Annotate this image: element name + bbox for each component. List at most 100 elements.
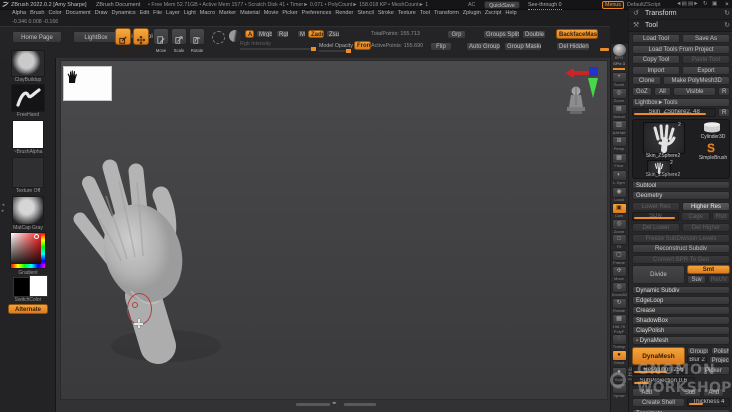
dynamesh-blur-slider[interactable]: Blur 2 xyxy=(686,356,708,365)
home-page-button[interactable]: Home Page xyxy=(12,31,62,43)
brush-selector[interactable]: ClayBuildup xyxy=(6,50,50,83)
zoom-button[interactable]: ◎ Zoom xyxy=(611,88,627,104)
flip-button[interactable]: Flip xyxy=(430,42,452,51)
double-button[interactable]: Double xyxy=(522,30,546,39)
smt-toggle[interactable]: Smt xyxy=(686,265,730,274)
menus-button[interactable]: Menus xyxy=(602,0,624,9)
tray-right-icon[interactable]: ▤► xyxy=(688,1,699,7)
menu-dynamics[interactable]: Dynamics xyxy=(112,10,136,16)
simplebrush-thumb[interactable]: S xyxy=(707,141,715,155)
shelf-divider-slider[interactable] xyxy=(600,48,609,51)
menu-macro[interactable]: Macro xyxy=(200,10,215,16)
export-button[interactable]: Export xyxy=(682,65,730,75)
dynamesh-groups-toggle[interactable]: Groups xyxy=(686,346,710,355)
color-picker-square[interactable] xyxy=(10,232,46,269)
edit-object-button[interactable]: Edit xyxy=(115,28,131,52)
menu-transform[interactable]: Transform xyxy=(434,10,459,16)
aahalf-button[interactable]: ▥ AAHalf xyxy=(611,120,627,136)
fitcam-button[interactable]: □ Fit xyxy=(611,234,627,250)
menu-file[interactable]: File xyxy=(153,10,162,16)
move-camera-button[interactable]: ✣ Move xyxy=(611,266,627,282)
geometry-section-header[interactable]: Geometry xyxy=(632,191,730,200)
menu-tool[interactable]: Tool xyxy=(420,10,430,16)
zsub-toggle[interactable]: Zsub xyxy=(326,30,340,38)
sculpted-hand-model[interactable] xyxy=(61,141,271,381)
edgeloop-section-header[interactable]: EdgeLoop xyxy=(632,296,730,305)
groups-split-button[interactable]: Groups Split xyxy=(483,30,520,39)
dynamic-subdiv-section-header[interactable]: Dynamic Subdiv xyxy=(632,285,730,295)
floor-button[interactable]: ▦ Floor xyxy=(611,153,627,169)
dynamesh-sub-toggle[interactable]: Sub xyxy=(679,387,701,397)
divide-button[interactable]: Divide xyxy=(632,265,685,285)
scrollbar-arrows-icon[interactable]: ◂▸ xyxy=(332,400,337,406)
thickness-slider[interactable]: Thickness 4 xyxy=(686,398,730,408)
copy-tool-button[interactable]: Copy Tool xyxy=(632,55,680,65)
transform-palette-header[interactable]: ↺ Transform ↻ xyxy=(629,8,732,20)
make-polymesh3d-button[interactable]: Make PolyMesh3D xyxy=(663,76,730,86)
del-hidden-button[interactable]: Del Hidden xyxy=(556,42,590,51)
color-picker[interactable] xyxy=(6,232,50,269)
model-opacity-slider[interactable] xyxy=(319,49,351,53)
bpr-button[interactable]: BPR xyxy=(611,44,627,61)
active-tool-slider[interactable]: Skin_ZSphere2. 48 xyxy=(632,108,717,118)
zoom3d-button[interactable]: ◎ Zoom3D xyxy=(611,282,627,298)
menu-color[interactable]: Color xyxy=(48,10,61,16)
scale-mode-button[interactable]: Scale xyxy=(171,28,187,52)
rotate-camera-button[interactable]: ↻ Rotate xyxy=(611,298,627,314)
suv-toggle[interactable]: Suv xyxy=(686,275,707,284)
left-tray-divider[interactable]: ◂▸ xyxy=(0,202,6,214)
clone-button[interactable]: Clone xyxy=(632,76,662,86)
subprojection-slider[interactable]: SubProjection 0.6 xyxy=(632,377,695,387)
shadowbox-section-header[interactable]: ShadowBox xyxy=(632,316,730,325)
create-shell-button[interactable]: Create Shell xyxy=(632,398,685,408)
dynamesh-project-toggle[interactable]: Project xyxy=(708,356,730,365)
menu-draw[interactable]: Draw xyxy=(95,10,108,16)
cam-button[interactable]: ▣ Cam xyxy=(611,203,627,219)
crease-section-header[interactable]: Crease xyxy=(632,306,730,315)
see-through-slider[interactable]: See-through 0 xyxy=(528,2,562,10)
lightbox-button[interactable]: LightBox xyxy=(73,31,119,43)
persp-button[interactable]: ⊞ Persp xyxy=(611,136,627,152)
sdiv-slider[interactable]: SDiv xyxy=(632,212,680,222)
quicksave-button[interactable]: QuickSave xyxy=(484,0,520,9)
menu-texture[interactable]: Texture xyxy=(398,10,416,16)
default-zscript-button[interactable]: DefaultZScript xyxy=(627,2,661,8)
transform-reset-icon[interactable]: ↻ xyxy=(724,9,730,17)
tray-left-icon[interactable]: ◄▤ xyxy=(676,1,687,7)
menu-edit[interactable]: Edit xyxy=(140,10,149,16)
menu-picker[interactable]: Picker xyxy=(282,10,297,16)
rgb-intensity-slider[interactable] xyxy=(240,47,316,51)
frame-button[interactable]: ▢ Frame xyxy=(611,250,627,266)
grid-icon[interactable]: ▣ xyxy=(712,1,717,7)
goz-button[interactable]: GoZ xyxy=(632,86,652,96)
dynamesh-section-header[interactable]: ▪ DynaMesh xyxy=(632,336,730,345)
dynamesh-polish-toggle[interactable]: Polish xyxy=(710,346,730,355)
m-toggle[interactable]: M xyxy=(297,30,306,38)
goz-r-button[interactable]: R xyxy=(718,86,730,96)
dynamesh-and-toggle[interactable]: And xyxy=(702,387,725,397)
tool-palette-header[interactable]: ⚒ Tool ↻ xyxy=(629,20,732,32)
lightbox-tools-button[interactable]: Lightbox►Tools xyxy=(632,97,730,107)
spix-slider[interactable]: SPix 3 xyxy=(611,62,627,71)
zoomcam-button[interactable]: ◎ Zoom xyxy=(611,219,627,235)
ghost-button[interactable]: ● Ghost xyxy=(611,350,627,366)
higher-res-button[interactable]: Higher Res xyxy=(682,201,730,211)
alternate-button[interactable]: Alternate xyxy=(8,304,48,314)
group-masked-button[interactable]: Group Masked xyxy=(504,42,542,51)
import-button[interactable]: Import xyxy=(632,65,680,75)
grp-button[interactable]: Grp xyxy=(447,30,466,39)
front-button[interactable]: Front xyxy=(354,41,371,50)
menu-marker[interactable]: Marker xyxy=(219,10,236,16)
menu-brush[interactable]: Brush xyxy=(30,10,44,16)
menu-help[interactable]: Help xyxy=(505,10,516,16)
menu-zplugin[interactable]: Zplugin xyxy=(463,10,481,16)
cylinder3d-thumb[interactable] xyxy=(701,121,723,133)
move-mode-button[interactable]: Move xyxy=(153,28,169,52)
document-area[interactable] xyxy=(60,60,608,400)
menu-stencil[interactable]: Stencil xyxy=(357,10,374,16)
menu-layer[interactable]: Layer xyxy=(166,10,180,16)
anchor-toggle[interactable]: A xyxy=(245,30,254,38)
subtool-section-header[interactable]: Subtool xyxy=(632,180,730,190)
all-button[interactable]: All xyxy=(653,86,672,96)
material-selector[interactable]: MatCap Gray xyxy=(6,196,50,231)
